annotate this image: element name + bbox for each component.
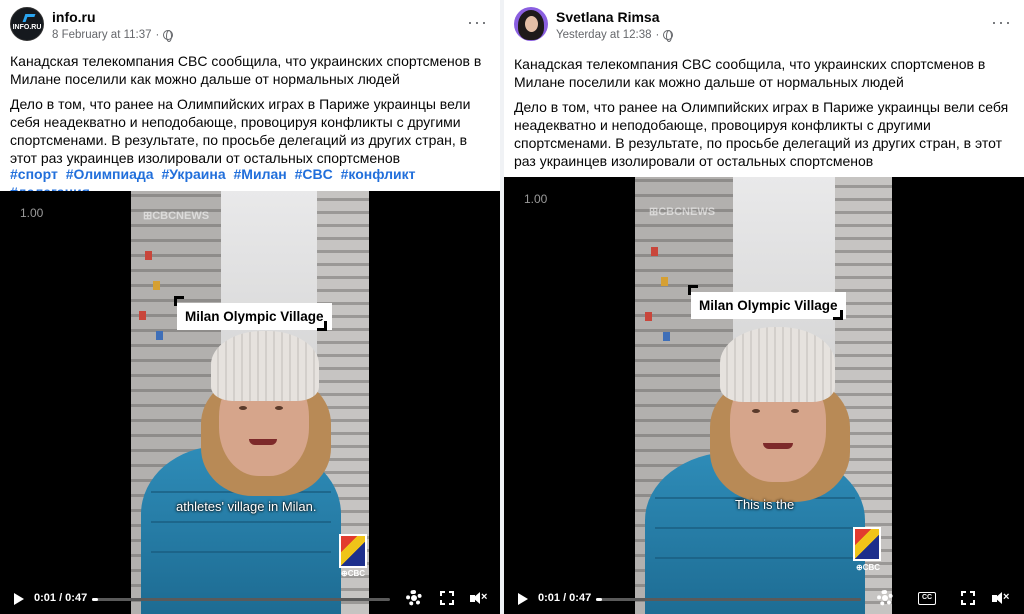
hashtag-link[interactable]: #конфликт (341, 166, 416, 182)
playback-rate[interactable]: 1.00 (20, 206, 43, 220)
window-flag (139, 311, 146, 320)
eye (239, 406, 247, 410)
globe-icon (163, 30, 174, 42)
mute-volume-icon[interactable]: × (992, 591, 1010, 606)
post-meta: Yesterday at 12:38 · (556, 29, 674, 42)
video-frame[interactable]: ⊞CBCNEWS ⊕CBC Milan Olympic Village athl… (131, 191, 369, 614)
post-timestamp[interactable]: Yesterday at 12:38 (556, 29, 651, 41)
label-corner-icon (833, 310, 843, 320)
mouth (763, 443, 793, 449)
play-icon[interactable] (14, 593, 24, 605)
progress-bar[interactable] (596, 598, 861, 601)
eye (752, 409, 760, 413)
video-frame[interactable]: ⊞CBCNEWS ⊕CBC Milan Olympic Village This… (635, 177, 892, 614)
label-corner-icon (317, 321, 327, 331)
hashtag-link[interactable]: #CBC (295, 166, 333, 182)
avatar[interactable] (514, 7, 548, 41)
post-paragraph-1: Канадская телекомпания CBC сообщила, что… (10, 53, 482, 87)
progress-bar[interactable] (92, 598, 390, 601)
location-label: Milan Olympic Village (691, 292, 846, 319)
window-flag (661, 277, 668, 286)
dot-separator: · (655, 29, 660, 41)
hashtag-link[interactable]: #Олимпиада (66, 166, 154, 182)
jacket-quilt-line (655, 557, 855, 559)
post-paragraph-2: Дело в том, что ранее на Олимпийских игр… (10, 96, 471, 166)
window-flag (153, 281, 160, 290)
more-options-icon[interactable]: ··· (991, 13, 1012, 31)
video-player[interactable]: 1.00 ⊞CBCNEWS ⊕CBC Milan Olympic Village (504, 177, 1024, 614)
cbc-news-watermark: ⊞CBCNEWS (649, 206, 716, 218)
window-flag (156, 331, 163, 340)
video-player[interactable]: 1.00 ⊞CBCNEWS ⊕CBC Milan Olympic Village (0, 191, 500, 614)
jacket-quilt-line (655, 527, 855, 529)
video-time: 0:01 / 0:47 (34, 592, 88, 604)
fullscreen-icon[interactable] (440, 591, 454, 605)
video-time: 0:01 / 0:47 (538, 592, 592, 604)
globe-icon (663, 30, 674, 42)
post-header: INFO.RU info.ru 8 February at 11:37 · ··… (10, 7, 490, 47)
post-paragraph-1: Канадская телекомпания CBC сообщила, что… (514, 56, 986, 90)
cbc-news-watermark: ⊞CBCNEWS (143, 210, 210, 222)
knit-beanie (211, 331, 319, 401)
logo-mark-icon (22, 14, 36, 22)
hashtag-link[interactable]: #Милан (234, 166, 287, 182)
video-subtitle: This is the (735, 497, 795, 512)
fullscreen-icon[interactable] (961, 591, 975, 605)
post-meta: 8 February at 11:37 · (52, 29, 174, 42)
settings-gear-icon[interactable] (406, 590, 422, 606)
cbc-logo-text: ⊕CBC (341, 569, 366, 578)
author-name[interactable]: Svetlana Rimsa (556, 9, 660, 25)
play-icon[interactable] (518, 593, 528, 605)
jacket-quilt-line (151, 521, 331, 523)
mouth (249, 439, 277, 445)
hashtag-link[interactable]: #Украина (161, 166, 225, 182)
progress-fill (92, 598, 99, 601)
more-options-icon[interactable]: ··· (467, 13, 488, 31)
author-name[interactable]: info.ru (52, 9, 96, 25)
video-controls: 0:01 / 0:47 CC × (504, 584, 1024, 614)
cbc-logo-icon (339, 534, 367, 568)
avatar[interactable]: INFO.RU (10, 7, 44, 41)
cbc-logo-text: ⊕CBC (856, 563, 881, 572)
settings-gear-icon[interactable] (877, 590, 893, 606)
eye (791, 409, 799, 413)
post-header: Svetlana Rimsa Yesterday at 12:38 · ··· (514, 7, 1014, 47)
window-flag (145, 251, 152, 260)
window-flag (663, 332, 670, 341)
progress-fill (596, 598, 602, 601)
closed-captions-icon[interactable]: CC (918, 592, 936, 605)
avatar-logo-text: INFO.RU (12, 24, 42, 31)
post-info-ru: INFO.RU info.ru 8 February at 11:37 · ··… (0, 0, 500, 614)
playback-rate[interactable]: 1.00 (524, 192, 547, 206)
eye (275, 406, 283, 410)
post-svetlana-rimsa: Svetlana Rimsa Yesterday at 12:38 · ··· … (504, 0, 1024, 614)
location-label: Milan Olympic Village (177, 303, 332, 330)
post-paragraph-2: Дело в том, что ранее на Олимпийских игр… (514, 99, 1009, 169)
post-timestamp[interactable]: 8 February at 11:37 (52, 29, 152, 41)
jacket-quilt-line (151, 551, 331, 553)
mute-volume-icon[interactable]: × (470, 591, 488, 606)
video-controls: 0:01 / 0:47 × (0, 584, 500, 614)
window-flag (651, 247, 658, 256)
window-flag (645, 312, 652, 321)
knit-beanie (720, 327, 835, 402)
dot-separator: · (155, 29, 160, 41)
hashtag-link[interactable]: #спорт (10, 166, 58, 182)
cbc-logo-icon (853, 527, 881, 561)
video-subtitle: athletes' village in Milan. (176, 499, 317, 514)
